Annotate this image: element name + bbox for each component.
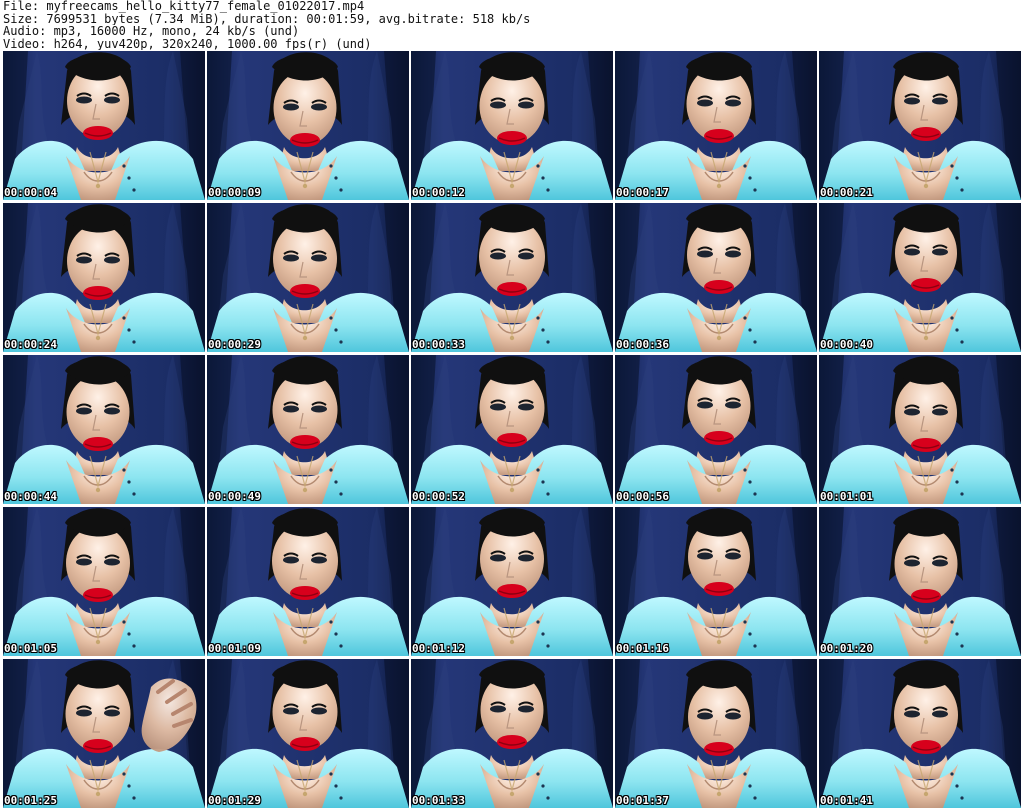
video-thumbnail: 00:00:36 — [615, 203, 817, 352]
video-info-line: Video: h264, yuv420p, 320x240, 1000.00 f… — [3, 37, 372, 50]
video-thumbnail: 00:00:44 — [3, 355, 205, 504]
video-thumbnail: 00:01:37 — [615, 659, 817, 808]
thumbnail-timestamp: 00:00:33 — [412, 338, 465, 351]
video-thumbnail: 00:00:17 — [615, 51, 817, 200]
video-thumbnail: 00:00:49 — [207, 355, 409, 504]
thumbnail-timestamp: 00:00:29 — [208, 338, 261, 351]
thumbnail-timestamp: 00:01:41 — [820, 794, 873, 807]
thumbnail-timestamp: 00:01:05 — [4, 642, 57, 655]
video-thumbnail: 00:01:01 — [819, 355, 1021, 504]
thumbnail-timestamp: 00:00:56 — [616, 490, 669, 503]
thumbnail-timestamp: 00:00:17 — [616, 186, 669, 199]
video-thumbnail: 00:01:41 — [819, 659, 1021, 808]
thumbnail-timestamp: 00:01:12 — [412, 642, 465, 655]
video-thumbnail: 00:00:04 — [3, 51, 205, 200]
thumbnail-timestamp: 00:00:36 — [616, 338, 669, 351]
video-info-header: File: myfreecams_hello_kitty77_female_01… — [3, 0, 1021, 51]
thumbnail-grid: 00:00:04 00:00:09 00:00:12 00:00:17 00:0… — [3, 51, 1021, 811]
thumbnail-timestamp: 00:01:20 — [820, 642, 873, 655]
thumbnail-timestamp: 00:00:44 — [4, 490, 57, 503]
video-thumbnail: 00:01:33 — [411, 659, 613, 808]
video-thumbnail: 00:00:21 — [819, 51, 1021, 200]
video-thumbnail: 00:01:09 — [207, 507, 409, 656]
video-thumbnail: 00:01:25 — [3, 659, 205, 808]
thumbnail-timestamp: 00:01:37 — [616, 794, 669, 807]
thumbnail-timestamp: 00:01:01 — [820, 490, 873, 503]
thumbnail-timestamp: 00:00:52 — [412, 490, 465, 503]
thumbnail-timestamp: 00:00:21 — [820, 186, 873, 199]
video-thumbnail: 00:01:20 — [819, 507, 1021, 656]
thumbnail-timestamp: 00:01:33 — [412, 794, 465, 807]
thumbnail-timestamp: 00:00:04 — [4, 186, 57, 199]
video-thumbnail: 00:00:12 — [411, 51, 613, 200]
thumbnail-timestamp: 00:00:24 — [4, 338, 57, 351]
thumbnail-timestamp: 00:01:25 — [4, 794, 57, 807]
thumbnail-timestamp: 00:00:12 — [412, 186, 465, 199]
video-thumbnail: 00:01:12 — [411, 507, 613, 656]
video-thumbnail: 00:00:33 — [411, 203, 613, 352]
video-thumbnail: 00:01:16 — [615, 507, 817, 656]
thumbnail-timestamp: 00:00:49 — [208, 490, 261, 503]
video-thumbnail: 00:00:24 — [3, 203, 205, 352]
thumbnail-timestamp: 00:01:16 — [616, 642, 669, 655]
video-thumbnail: 00:00:29 — [207, 203, 409, 352]
video-thumbnail: 00:00:40 — [819, 203, 1021, 352]
thumbnail-timestamp: 00:00:09 — [208, 186, 261, 199]
video-thumbnail: 00:00:56 — [615, 355, 817, 504]
thumbnail-timestamp: 00:01:29 — [208, 794, 261, 807]
size-info-line: Size: 7699531 bytes (7.34 MiB), duration… — [3, 12, 531, 25]
audio-info-line: Audio: mp3, 16000 Hz, mono, 24 kb/s (und… — [3, 25, 300, 38]
file-info-line: File: myfreecams_hello_kitty77_female_01… — [3, 0, 365, 13]
video-thumbnail: 00:01:05 — [3, 507, 205, 656]
video-thumbnail: 00:00:09 — [207, 51, 409, 200]
thumbnail-timestamp: 00:01:09 — [208, 642, 261, 655]
thumbnail-timestamp: 00:00:40 — [820, 338, 873, 351]
video-thumbnail: 00:01:29 — [207, 659, 409, 808]
video-thumbnail: 00:00:52 — [411, 355, 613, 504]
